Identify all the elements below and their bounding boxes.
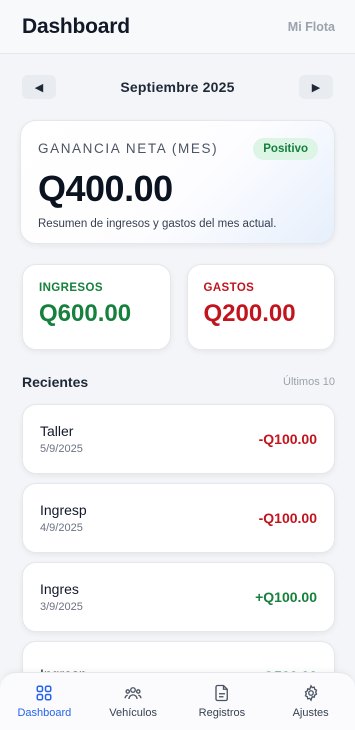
nav-settings[interactable]: Ajustes [271, 684, 351, 719]
transaction-name: Taller [40, 423, 74, 439]
users-icon [124, 687, 142, 700]
nav-records[interactable]: Registros [182, 684, 262, 719]
page-title: Dashboard [22, 14, 130, 38]
income-label: INGRESOS [39, 282, 103, 294]
chevron-left-icon: ◀ [34, 81, 44, 94]
app-root: Dashboard Mi Flota ◀ Septiembre 2025 ▶ G… [0, 0, 355, 730]
transaction-name: Ingresp [40, 502, 87, 518]
transaction-list: Taller 5/9/2025 -Q100.00 Ingresp 4/9/202… [22, 404, 335, 711]
net-profit-description: Resumen de ingresos y gastos del mes act… [38, 218, 277, 230]
fleet-name[interactable]: Mi Flota [288, 20, 335, 34]
expenses-value: Q200.00 [203, 300, 296, 327]
nav-vehicles[interactable]: Vehículos [93, 684, 173, 719]
net-profit-amount: Q400.00 [38, 168, 173, 209]
document-icon [215, 684, 228, 702]
recent-subtitle: Últimos 10 [283, 376, 335, 388]
list-item[interactable]: Ingresp 4/9/2025 -Q100.00 [22, 483, 335, 553]
nav-label: Dashboard [17, 707, 72, 719]
transaction-date: 5/9/2025 [40, 443, 83, 455]
summary-cards: INGRESOS Q600.00 GASTOS Q200.00 [22, 264, 335, 350]
month-navigator: ◀ Septiembre 2025 ▶ [0, 54, 355, 120]
transaction-amount: +Q100.00 [255, 589, 317, 605]
list-item[interactable]: Taller 5/9/2025 -Q100.00 [22, 404, 335, 474]
nav-label: Registros [198, 707, 246, 719]
income-value: Q600.00 [39, 300, 132, 327]
transaction-amount: -Q100.00 [258, 431, 317, 447]
income-card: INGRESOS Q600.00 [22, 264, 171, 350]
transaction-amount: -Q100.00 [258, 510, 317, 526]
transaction-date: 4/9/2025 [40, 522, 83, 534]
next-month-button[interactable]: ▶ [298, 75, 333, 99]
status-badge: Positivo [253, 138, 318, 160]
transaction-date: 3/9/2025 [40, 601, 83, 613]
net-profit-card: GANANCIA NETA (MES) Positivo Q400.00 Res… [20, 120, 335, 244]
chevron-right-icon: ▶ [311, 81, 321, 94]
grid-icon [36, 685, 52, 701]
expenses-card: GASTOS Q200.00 [186, 264, 335, 350]
app-header: Dashboard Mi Flota [0, 0, 355, 54]
gear-icon [304, 684, 317, 702]
month-label: Septiembre 2025 [120, 79, 235, 95]
prev-month-button[interactable]: ◀ [22, 75, 56, 99]
nav-label: Vehículos [109, 707, 157, 719]
list-item[interactable]: Ingres 3/9/2025 +Q100.00 [22, 562, 335, 632]
nav-label: Ajustes [292, 707, 329, 719]
nav-dashboard[interactable]: Dashboard [4, 684, 84, 719]
expenses-label: GASTOS [203, 282, 255, 294]
recent-title: Recientes [22, 374, 89, 390]
bottom-navigation: Dashboard Vehículos Registros Ajustes [0, 672, 355, 730]
transaction-name: Ingres [40, 581, 79, 597]
recent-header: Recientes Últimos 10 [22, 372, 335, 392]
